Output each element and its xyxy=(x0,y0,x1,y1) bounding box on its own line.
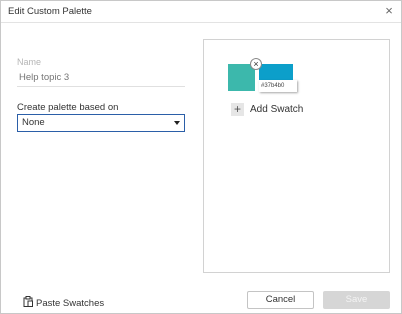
add-swatch-label: Add Swatch xyxy=(250,103,304,115)
base-palette-value: None xyxy=(22,117,45,128)
base-palette-label: Create palette based on xyxy=(17,102,119,113)
save-button[interactable]: Save xyxy=(323,291,390,309)
title-bar: Edit Custom Palette × xyxy=(1,1,401,23)
swatch-preview-panel: × #37b4b0 + Add Swatch xyxy=(203,39,390,273)
hex-tooltip: #37b4b0 xyxy=(259,80,297,92)
name-label: Name xyxy=(17,57,42,67)
plus-icon: + xyxy=(231,102,244,116)
swatch-2[interactable] xyxy=(259,64,293,80)
base-palette-select[interactable]: None xyxy=(17,114,185,132)
close-icon[interactable]: × xyxy=(382,4,396,18)
chevron-down-icon xyxy=(174,121,180,125)
paste-swatches-button[interactable]: Paste Swatches xyxy=(23,294,104,312)
cancel-button[interactable]: Cancel xyxy=(247,291,314,309)
add-swatch-button[interactable]: + Add Swatch xyxy=(231,102,303,116)
name-input[interactable] xyxy=(17,69,185,87)
edit-custom-palette-dialog: Edit Custom Palette × Name Create palett… xyxy=(0,0,402,314)
close-icon[interactable]: × xyxy=(250,58,262,70)
dialog-title: Edit Custom Palette xyxy=(8,6,92,17)
clipboard-icon xyxy=(23,294,33,312)
paste-swatches-label: Paste Swatches xyxy=(36,297,105,309)
